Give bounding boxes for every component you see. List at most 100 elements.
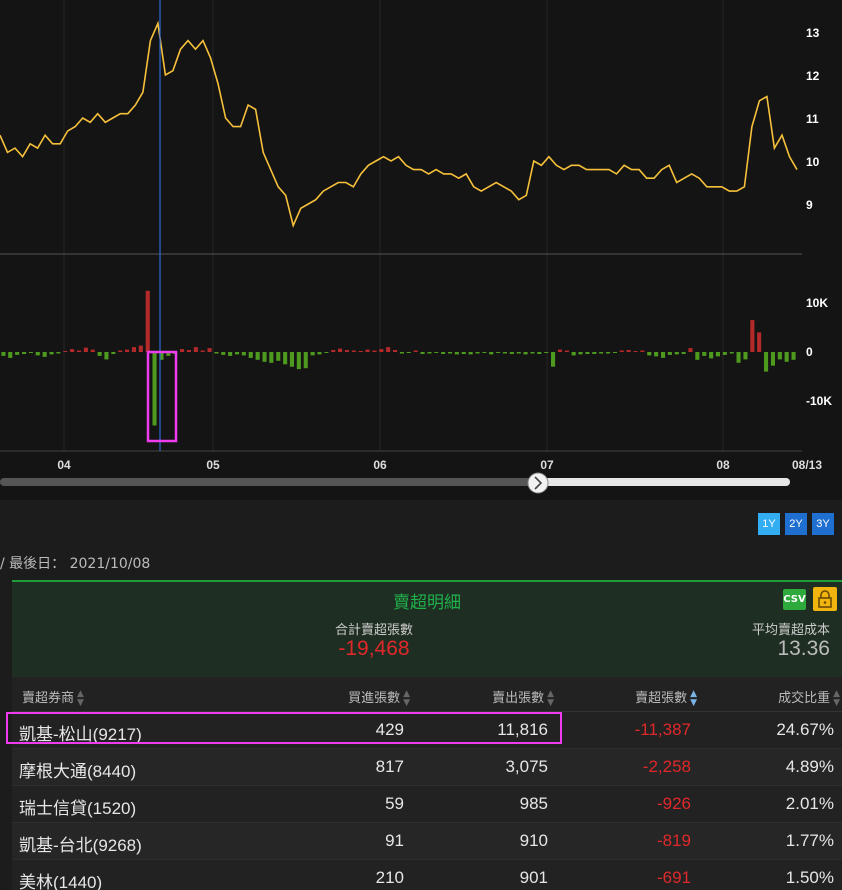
volume-bar <box>386 347 391 352</box>
volume-bar <box>571 352 576 356</box>
header-net-label: 賣超張數 <box>635 691 688 706</box>
volume-bar <box>283 352 288 365</box>
volume-bar <box>482 352 487 353</box>
volume-bar <box>104 352 109 360</box>
net-sell-count: -926 <box>656 794 691 813</box>
header-broker[interactable]: 賣超券商 ▲ ▼ <box>22 687 84 708</box>
volume-tick-label: 10K <box>806 296 828 310</box>
header-buy[interactable]: 買進張數 ▲ ▼ <box>348 687 410 708</box>
range-scrollbar-selection[interactable] <box>538 478 790 486</box>
month-tick-label: 04 <box>57 458 71 472</box>
last-date-text: / 最後日： 2021/10/08 <box>0 556 151 572</box>
month-tick-label: 07 <box>540 458 554 472</box>
volume-bar <box>77 350 82 352</box>
volume-bar <box>702 352 707 356</box>
volume-bar <box>399 352 404 354</box>
range-3y-button[interactable]: 3Y <box>812 513 834 535</box>
broker-name[interactable]: 凱基-台北(9268) <box>19 831 142 856</box>
volume-bar <box>599 352 604 354</box>
table-row[interactable]: 美林(1440) 210 901 -691 1.50% <box>12 860 842 890</box>
net-sell-count: -691 <box>656 868 691 887</box>
sell-count: 11,816 <box>497 720 548 739</box>
volume-bar <box>674 352 679 355</box>
volume-bar <box>228 352 233 356</box>
volume-bar <box>585 352 590 354</box>
price-tick-label: 13 <box>806 26 820 40</box>
header-ratio[interactable]: 成交比重 ▲ ▼ <box>778 687 840 708</box>
broker-name[interactable]: 瑞士信貸(1520) <box>19 794 136 819</box>
volume-bar <box>770 352 775 366</box>
volume-bar <box>221 352 226 355</box>
sort-icon: ▲ ▼ <box>403 688 410 708</box>
summary-header: 賣超明細 CSV 合計賣超張數 -19,468 平均賣超成本 13.36 <box>12 582 842 677</box>
volume-bar <box>406 352 411 353</box>
volume-bar <box>757 332 762 352</box>
volume-bar <box>516 352 521 354</box>
table-row[interactable]: 瑞士信貸(1520) 59 985 -926 2.01% <box>12 786 842 823</box>
table-header: 賣超券商 ▲ ▼ 買進張數 ▲ ▼ 賣出張數 ▲ ▼ 賣超張數 ▲ ▼ 成交比重 ▲ ▼ <box>12 677 842 712</box>
price-tick-label: 12 <box>806 69 820 83</box>
volume-bar <box>8 352 13 358</box>
volume-bar <box>152 352 157 426</box>
panel-title: 賣超明細 <box>393 593 461 613</box>
volume-bar <box>351 350 356 352</box>
table-row[interactable]: 凱基-松山(9217) 429 11,816 -11,387 24.67% <box>12 712 842 749</box>
volume-bar <box>557 349 562 352</box>
volume-bar <box>413 350 418 352</box>
header-broker-label: 賣超券商 <box>22 691 75 706</box>
volume-ratio: 1.50% <box>785 868 834 887</box>
volume-bar <box>667 352 672 355</box>
buy-count: 429 <box>375 720 404 739</box>
volume-bar <box>509 352 514 354</box>
volume-bar <box>28 352 33 353</box>
volume-bar <box>393 350 398 352</box>
volume-bar <box>248 352 253 358</box>
volume-bar <box>331 350 336 352</box>
volume-bar <box>606 352 611 354</box>
month-tick-label: 08/13 <box>792 458 822 472</box>
buy-count: 59 <box>385 794 404 813</box>
volume-bar <box>317 352 322 355</box>
sort-icon: ▲ ▼ <box>547 688 554 708</box>
broker-name[interactable]: 凱基-松山(9217) <box>19 720 142 745</box>
volume-bar <box>434 352 439 353</box>
volume-bar <box>1 352 6 356</box>
volume-bar <box>544 352 549 353</box>
header-sell[interactable]: 賣出張數 ▲ ▼ <box>492 687 554 708</box>
sell-detail-panel: 賣超明細 CSV 合計賣超張數 -19,468 平均賣超成本 13.36 賣超券… <box>12 580 842 890</box>
time-axis: 04 05 06 07 08 08/13 <box>57 458 822 472</box>
detail-section: 1Y 2Y 3Y / 最後日： 2021/10/08 賣超明細 CSV 合計賣超… <box>0 500 842 890</box>
volume-bar <box>15 352 20 355</box>
volume-bar <box>97 352 102 356</box>
volume-ratio: 2.01% <box>785 794 834 813</box>
volume-bar <box>22 352 27 354</box>
range-1y-button[interactable]: 1Y <box>758 513 780 535</box>
header-buy-label: 買進張數 <box>348 691 401 706</box>
price-axis: 13 12 11 10 9 <box>806 26 820 212</box>
lock-button[interactable] <box>813 587 837 611</box>
table-row[interactable]: 凱基-台北(9268) 91 910 -819 1.77% <box>12 823 842 860</box>
stock-chart-area[interactable]: 13 12 11 10 9 10K 0 -10K 04 05 06 07 08 08/13 <box>0 0 842 500</box>
price-volume-chart[interactable]: 13 12 11 10 9 10K 0 -10K 04 05 06 07 08 08/13 <box>0 0 842 500</box>
broker-name[interactable]: 摩根大通(8440) <box>19 757 136 782</box>
range-2y-button[interactable]: 2Y <box>785 513 807 535</box>
volume-bar <box>468 352 473 355</box>
volume-ratio: 24.67% <box>776 720 834 739</box>
highlight-box-bar <box>146 350 178 443</box>
volume-bar <box>269 352 274 363</box>
header-net-sell[interactable]: 賣超張數 ▲ ▼ <box>635 687 697 708</box>
volume-bar <box>564 350 569 352</box>
volume-bar <box>145 290 150 353</box>
range-scrollbar-handle[interactable] <box>527 472 549 494</box>
volume-bar <box>255 352 260 360</box>
csv-export-button[interactable]: CSV <box>783 589 806 610</box>
volume-bar <box>56 352 61 354</box>
buy-count: 817 <box>375 757 404 776</box>
volume-bar <box>303 352 308 369</box>
volume-bar <box>688 348 693 352</box>
volume-tick-label: 0 <box>806 345 813 359</box>
broker-name[interactable]: 美林(1440) <box>19 868 102 890</box>
volume-bar <box>207 348 212 352</box>
total-sell-label: 合計賣超張數 <box>334 623 413 638</box>
table-row[interactable]: 摩根大通(8440) 817 3,075 -2,258 4.89% <box>12 749 842 786</box>
